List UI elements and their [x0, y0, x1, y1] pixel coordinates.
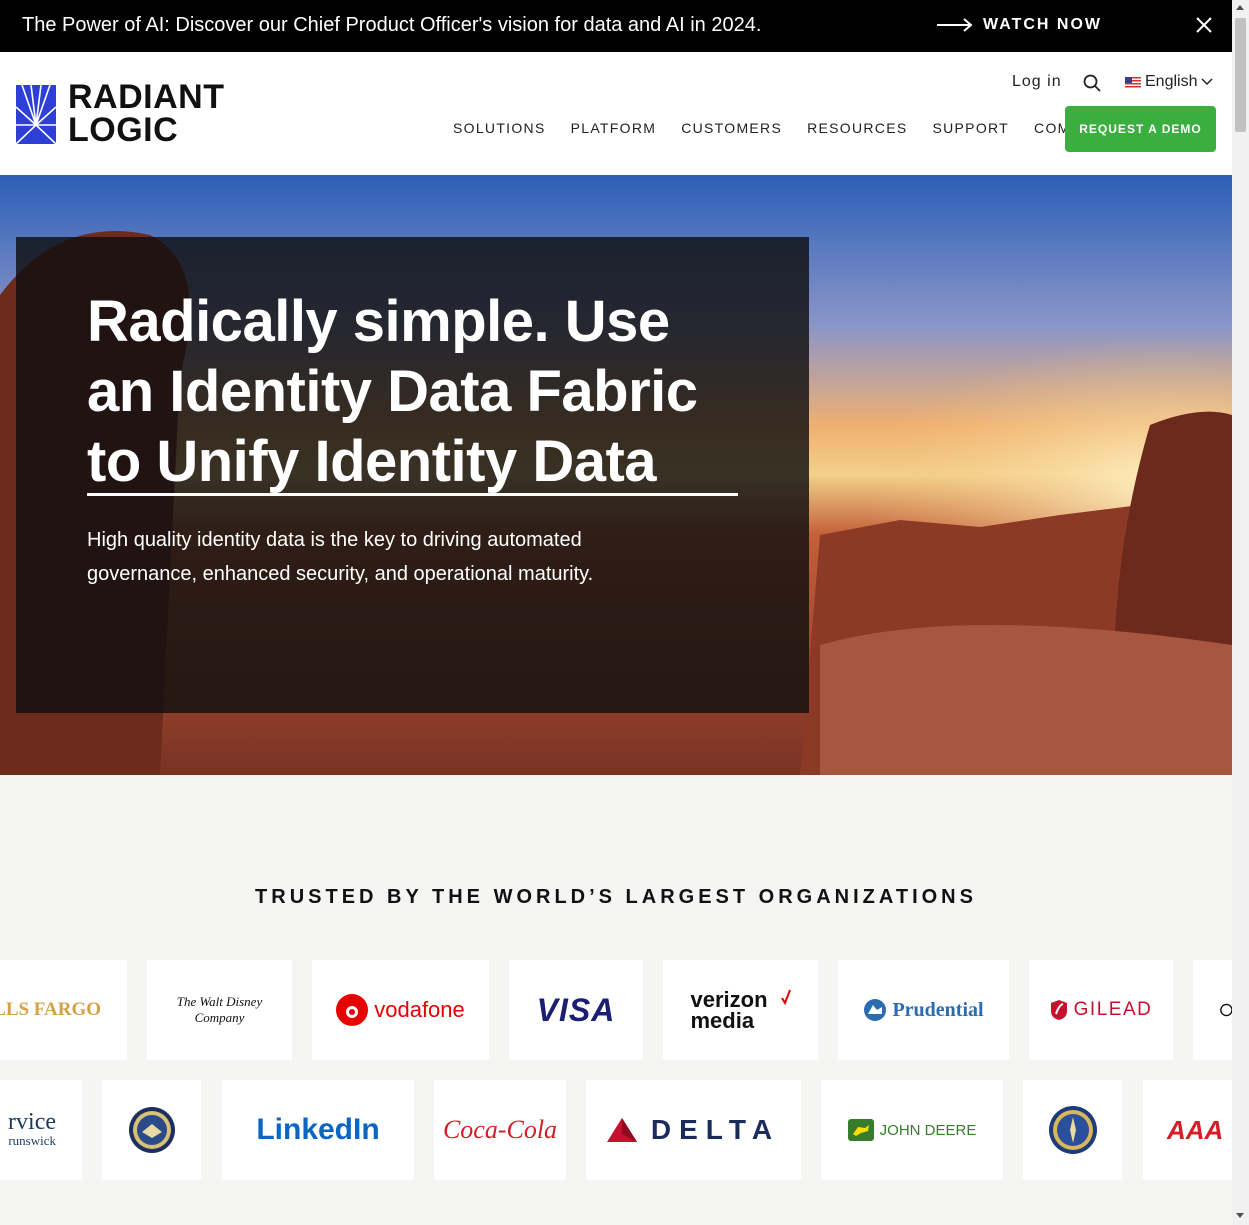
page-scrollbar[interactable] — [1232, 0, 1249, 1225]
delta-widget-icon — [606, 1118, 637, 1142]
logo-delta: DELTA — [586, 1080, 801, 1180]
disney-text: The Walt Disney Company — [176, 994, 263, 1025]
watch-now-label: WATCH NOW — [983, 16, 1103, 33]
service-text: rvice — [8, 1109, 56, 1135]
close-icon[interactable] — [1193, 14, 1215, 36]
main-nav: SOLUTIONS PLATFORM CUSTOMERS RESOURCES S… — [453, 120, 1138, 136]
nav-customers[interactable]: CUSTOMERS — [681, 120, 782, 136]
logo-coca-cola: Coca-Cola — [434, 1080, 566, 1180]
logo-line-2: LOGIC — [68, 111, 179, 149]
verizon-media-text: verizon media — [690, 987, 768, 1033]
logo-aaa: AAA — [1143, 1080, 1232, 1180]
logo-vodafone: vodafone — [312, 960, 489, 1060]
nav-solutions[interactable]: SOLUTIONS — [453, 120, 546, 136]
logo-wordmark: RADIANT LOGIC — [68, 78, 225, 149]
verizon-check-icon — [780, 989, 791, 1005]
brunswick-text: runswick — [8, 1133, 56, 1148]
language-selector[interactable]: English — [1125, 73, 1214, 91]
scroll-down-arrow-icon[interactable] — [1236, 1213, 1244, 1218]
delta-text: DELTA — [650, 1114, 781, 1145]
logo-partial — [1193, 960, 1232, 1060]
logo-line-1: RADIANT — [68, 78, 225, 116]
gilead-text: GILEAD — [1073, 999, 1153, 1020]
logo-visa: VISA — [509, 960, 643, 1060]
hero-title: Radically simple. Use an Identity Data F… — [87, 289, 698, 494]
us-flag-icon — [1125, 76, 1141, 88]
logo-john-deere: JOHN DEERE — [821, 1080, 1003, 1180]
logo-prudential: Prudential — [838, 960, 1009, 1060]
nav-resources[interactable]: RESOURCES — [807, 120, 907, 136]
hero-subtitle: High quality identity data is the key to… — [87, 529, 594, 585]
john-deere-text: JOHN DEERE — [879, 1121, 977, 1139]
language-label: English — [1145, 73, 1198, 90]
arrow-right-icon — [937, 18, 973, 32]
aaa-text: AAA — [1167, 1114, 1224, 1145]
radiant-logic-logo[interactable]: RADIANT LOGIC — [16, 78, 225, 149]
linkedin-text: LinkedIn — [256, 1113, 380, 1146]
scroll-thumb[interactable] — [1235, 18, 1246, 132]
logo-faa-seal — [1023, 1080, 1122, 1180]
request-demo-button[interactable]: REQUEST A DEMO — [1065, 106, 1216, 152]
logo-navy-seal — [102, 1080, 201, 1180]
logo-linkedin: LinkedIn — [222, 1080, 414, 1180]
chevron-down-icon — [1201, 78, 1214, 86]
logo-wells-fargo: LLS FARGO — [0, 960, 127, 1060]
trusted-heading: TRUSTED BY THE WORLD’S LARGEST ORGANIZAT… — [255, 886, 977, 908]
logo-service-brunswick: rvice runswick — [0, 1080, 82, 1180]
search-icon[interactable] — [1083, 74, 1101, 92]
login-link[interactable]: Log in — [1012, 73, 1062, 91]
scroll-up-arrow-icon[interactable] — [1236, 5, 1244, 10]
logo-gilead: GILEAD — [1029, 960, 1173, 1060]
nav-support[interactable]: SUPPORT — [933, 120, 1010, 136]
hero-section: Radically simple. Use an Identity Data F… — [0, 175, 1232, 775]
prudential-text: Prudential — [892, 998, 984, 1021]
logo-verizon-media: verizon media — [663, 960, 818, 1060]
faa-seal-icon — [1048, 1106, 1097, 1154]
prudential-rock-icon — [864, 999, 887, 1021]
site-header: RADIANT LOGIC Log in English SOLUTIONS P… — [0, 52, 1232, 175]
logo-disney: The Walt Disney Company — [147, 960, 292, 1060]
john-deere-icon — [847, 1119, 874, 1141]
nav-platform[interactable]: PLATFORM — [571, 120, 657, 136]
vodafone-text: vodafone — [374, 997, 465, 1022]
announcement-bar: The Power of AI: Discover our Chief Prod… — [0, 0, 1232, 52]
coca-cola-text: Coca-Cola — [442, 1115, 558, 1144]
announcement-text: The Power of AI: Discover our Chief Prod… — [22, 14, 762, 36]
vodafone-icon — [336, 994, 369, 1026]
hero-title-underline — [87, 493, 738, 496]
visa-text: VISA — [536, 991, 616, 1028]
wells-fargo-text: LLS FARGO — [0, 999, 101, 1020]
gilead-icon — [1050, 1000, 1067, 1020]
navy-seal-icon — [128, 1107, 175, 1153]
partial-logo-icon — [1220, 1003, 1232, 1017]
radiant-logic-mark-icon — [16, 84, 56, 144]
watch-now-link[interactable]: WATCH NOW — [937, 16, 1102, 34]
hero-text-panel: Radically simple. Use an Identity Data F… — [16, 237, 809, 713]
